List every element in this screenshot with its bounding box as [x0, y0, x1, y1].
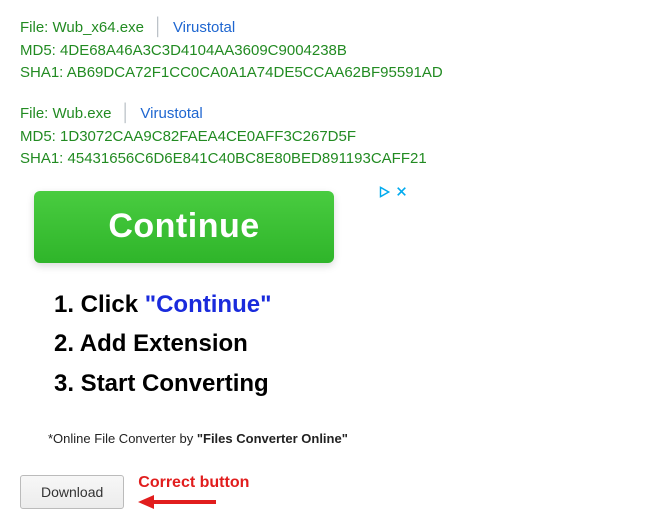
ad-step-2: 2. Add Extension — [54, 324, 394, 364]
download-button[interactable]: Download — [20, 475, 124, 509]
virustotal-link[interactable]: Virustotal — [173, 19, 235, 36]
advertisement-block: Continue 1. Click "Continue" 2. Add Exte… — [34, 191, 394, 447]
file-info-block: File: Wub.exe │ Virustotal MD5: 1D3072CA… — [20, 101, 650, 169]
close-ad-icon[interactable] — [395, 185, 408, 198]
sha1-value: AB69DCA72F1CC0CA0A1A74DE5CCAA62BF95591AD — [67, 64, 443, 81]
ad-step-1: 1. Click "Continue" — [54, 285, 394, 325]
download-label: Download — [41, 484, 103, 500]
sha1-value: 45431656C6D6E841C40BC8E80BED891193CAFF21 — [68, 150, 427, 167]
file-name: Wub.exe — [53, 105, 112, 122]
separator: │ — [153, 17, 164, 36]
virustotal-link[interactable]: Virustotal — [140, 105, 202, 122]
ad-step-3: 3. Start Converting — [54, 364, 394, 404]
file-label: File: — [20, 19, 48, 36]
file-name: Wub_x64.exe — [53, 19, 144, 36]
file-label: File: — [20, 105, 48, 122]
md5-label: MD5: — [20, 42, 56, 59]
md5-label: MD5: — [20, 128, 56, 145]
arrow-left-icon — [138, 494, 218, 510]
separator: │ — [121, 103, 132, 122]
file-info-block: File: Wub_x64.exe │ Virustotal MD5: 4DE6… — [20, 15, 650, 83]
ad-disclaimer: *Online File Converter by "Files Convert… — [48, 431, 394, 446]
md5-value: 4DE68A46A3C3D4104AA3609C9004238B — [60, 42, 347, 59]
ad-continue-label: Continue — [108, 207, 259, 246]
ad-steps: 1. Click "Continue" 2. Add Extension 3. … — [54, 285, 394, 404]
callout-text: Correct button — [138, 474, 249, 492]
ad-continue-button[interactable]: Continue — [34, 191, 334, 263]
sha1-label: SHA1: — [20, 150, 63, 167]
correct-button-callout: Correct button — [138, 474, 249, 510]
sha1-label: SHA1: — [20, 64, 63, 81]
md5-value: 1D3072CAA9C82FAEA4CE0AFF3C267D5F — [60, 128, 356, 145]
adchoices-icon[interactable] — [377, 185, 391, 199]
